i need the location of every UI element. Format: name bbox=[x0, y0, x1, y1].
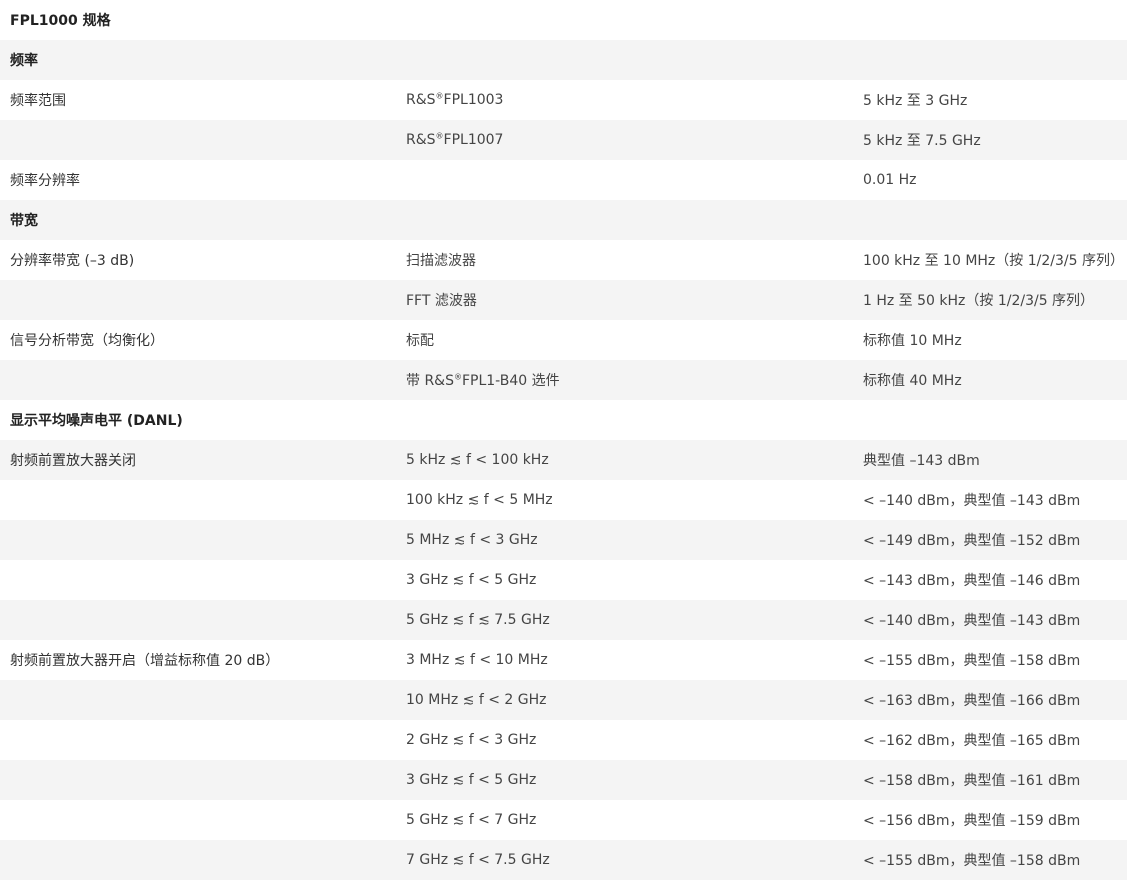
spec-row: 射频前置放大器开启（增益标称值 20 dB） 3 MHz ≲ f < 10 MHz… bbox=[0, 640, 1127, 680]
spec-label bbox=[0, 760, 396, 800]
spec-label bbox=[0, 600, 396, 640]
spec-row: 5 MHz ≲ f < 3 GHz < –149 dBm，典型值 –152 dBm bbox=[0, 520, 1127, 560]
spec-value: < –140 dBm，典型值 –143 dBm bbox=[863, 613, 1081, 629]
spec-condition: 10 MHz ≲ f < 2 GHz bbox=[406, 692, 547, 708]
section-heading: 频率 bbox=[10, 53, 38, 69]
spec-condition: 100 kHz ≲ f < 5 MHz bbox=[406, 492, 553, 508]
spec-row: 2 GHz ≲ f < 3 GHz < –162 dBm，典型值 –165 dBm bbox=[0, 720, 1127, 760]
spec-condition: R&S®FPL1003 bbox=[406, 91, 504, 108]
spec-condition: 3 GHz ≲ f < 5 GHz bbox=[406, 572, 537, 588]
spec-value: < –143 dBm，典型值 –146 dBm bbox=[863, 573, 1081, 589]
spec-label: 频率范围 bbox=[10, 93, 66, 109]
spec-label: 射频前置放大器关闭 bbox=[10, 453, 136, 469]
spec-value: < –155 dBm，典型值 –158 dBm bbox=[863, 853, 1081, 869]
spec-label bbox=[0, 560, 396, 600]
section-header-row: 显示平均噪声电平 (DANL) bbox=[0, 400, 1127, 440]
spec-label: 分辨率带宽 (–3 dB) bbox=[10, 253, 135, 269]
spec-condition: 5 kHz ≲ f < 100 kHz bbox=[406, 452, 549, 468]
spec-condition: 3 GHz ≲ f < 5 GHz bbox=[406, 772, 537, 788]
spec-condition: 带 R&S®FPL1-B40 选件 bbox=[406, 372, 560, 389]
spec-value: 5 kHz 至 3 GHz bbox=[863, 93, 968, 109]
spec-condition: 扫描滤波器 bbox=[406, 253, 476, 269]
section-heading: 带宽 bbox=[10, 213, 38, 229]
spec-label bbox=[0, 280, 396, 320]
spec-condition: 2 GHz ≲ f < 3 GHz bbox=[406, 732, 537, 748]
spec-value: < –149 dBm，典型值 –152 dBm bbox=[863, 533, 1081, 549]
spec-label bbox=[0, 800, 396, 840]
spec-row: 射频前置放大器关闭 5 kHz ≲ f < 100 kHz 典型值 –143 dBm bbox=[0, 440, 1127, 480]
spec-label: 信号分析带宽（均衡化） bbox=[10, 333, 164, 349]
spec-condition: 5 GHz ≲ f ≲ 7.5 GHz bbox=[406, 612, 550, 628]
spec-value: 典型值 –143 dBm bbox=[863, 453, 980, 469]
spec-label bbox=[0, 720, 396, 760]
spec-condition: 5 GHz ≲ f < 7 GHz bbox=[406, 812, 537, 828]
spec-label bbox=[0, 360, 396, 400]
spec-value: < –155 dBm，典型值 –158 dBm bbox=[863, 653, 1081, 669]
spec-row: 频率分辨率 0.01 Hz bbox=[0, 160, 1127, 200]
spec-row: 分辨率带宽 (–3 dB) 扫描滤波器 100 kHz 至 10 MHz（按 1/2… bbox=[0, 240, 1127, 280]
spec-row: 7 GHz ≲ f < 7.5 GHz < –155 dBm，典型值 –158 d… bbox=[0, 840, 1127, 880]
spec-value: < –140 dBm，典型值 –143 dBm bbox=[863, 493, 1081, 509]
spec-table-body: FPL1000 规格 频率频率范围 R&S®FPL1003 5 kHz 至 3 GH… bbox=[0, 0, 1127, 880]
spec-label bbox=[0, 480, 396, 520]
spec-value: < –158 dBm，典型值 –161 dBm bbox=[863, 773, 1081, 789]
title-row: FPL1000 规格 bbox=[0, 0, 1127, 40]
spec-label: 频率分辨率 bbox=[10, 173, 80, 189]
page-title: FPL1000 规格 bbox=[10, 13, 111, 29]
spec-condition: 3 MHz ≲ f < 10 MHz bbox=[406, 652, 548, 668]
spec-condition: 5 MHz ≲ f < 3 GHz bbox=[406, 532, 538, 548]
spec-row: 频率范围 R&S®FPL1003 5 kHz 至 3 GHz bbox=[0, 80, 1127, 120]
spec-table: FPL1000 规格 频率频率范围 R&S®FPL1003 5 kHz 至 3 GH… bbox=[0, 0, 1127, 880]
spec-value: 1 Hz 至 50 kHz（按 1/2/3/5 序列） bbox=[863, 293, 1095, 309]
spec-label bbox=[0, 520, 396, 560]
spec-value: 标称值 10 MHz bbox=[863, 333, 962, 349]
spec-value: 100 kHz 至 10 MHz（按 1/2/3/5 序列） bbox=[863, 253, 1124, 269]
spec-value: 5 kHz 至 7.5 GHz bbox=[863, 133, 981, 149]
spec-value: < –163 dBm，典型值 –166 dBm bbox=[863, 693, 1081, 709]
spec-label bbox=[0, 680, 396, 720]
spec-label: 射频前置放大器开启（增益标称值 20 dB） bbox=[10, 653, 280, 669]
spec-condition bbox=[396, 160, 853, 200]
spec-row: R&S®FPL1007 5 kHz 至 7.5 GHz bbox=[0, 120, 1127, 160]
spec-row: 3 GHz ≲ f < 5 GHz < –143 dBm，典型值 –146 dBm bbox=[0, 560, 1127, 600]
spec-value: < –162 dBm，典型值 –165 dBm bbox=[863, 733, 1081, 749]
spec-row: 100 kHz ≲ f < 5 MHz < –140 dBm，典型值 –143 d… bbox=[0, 480, 1127, 520]
spec-row: 信号分析带宽（均衡化） 标配 标称值 10 MHz bbox=[0, 320, 1127, 360]
spec-label bbox=[0, 840, 396, 880]
spec-row: 10 MHz ≲ f < 2 GHz < –163 dBm，典型值 –166 dB… bbox=[0, 680, 1127, 720]
spec-condition: FFT 滤波器 bbox=[406, 293, 477, 309]
spec-row: 5 GHz ≲ f ≲ 7.5 GHz < –140 dBm，典型值 –143 d… bbox=[0, 600, 1127, 640]
spec-value: < –156 dBm，典型值 –159 dBm bbox=[863, 813, 1081, 829]
spec-row: 5 GHz ≲ f < 7 GHz < –156 dBm，典型值 –159 dBm bbox=[0, 800, 1127, 840]
spec-value: 0.01 Hz bbox=[863, 172, 917, 188]
spec-label bbox=[0, 120, 396, 160]
spec-condition: R&S®FPL1007 bbox=[406, 131, 504, 148]
spec-condition: 标配 bbox=[406, 333, 434, 349]
spec-row: 带 R&S®FPL1-B40 选件 标称值 40 MHz bbox=[0, 360, 1127, 400]
spec-condition: 7 GHz ≲ f < 7.5 GHz bbox=[406, 852, 550, 868]
spec-row: 3 GHz ≲ f < 5 GHz < –158 dBm，典型值 –161 dBm bbox=[0, 760, 1127, 800]
spec-value: 标称值 40 MHz bbox=[863, 373, 962, 389]
spec-row: FFT 滤波器 1 Hz 至 50 kHz（按 1/2/3/5 序列） bbox=[0, 280, 1127, 320]
section-heading: 显示平均噪声电平 (DANL) bbox=[10, 413, 183, 429]
section-header-row: 带宽 bbox=[0, 200, 1127, 240]
section-header-row: 频率 bbox=[0, 40, 1127, 80]
